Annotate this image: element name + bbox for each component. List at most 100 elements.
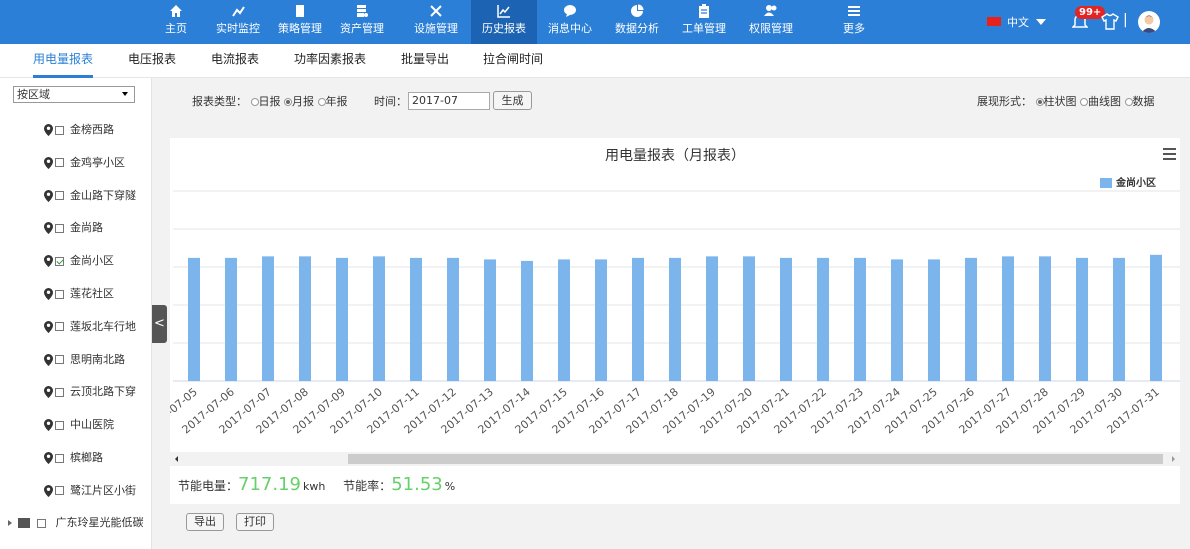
radio-bar-chart[interactable] — [1035, 98, 1044, 106]
shirt-icon[interactable] — [1101, 13, 1119, 33]
tree-parent-label: 广东玲星光能低碳 — [55, 516, 144, 529]
user-avatar[interactable] — [1138, 11, 1160, 33]
radio-daily[interactable] — [250, 98, 259, 106]
tree-item[interactable]: 槟榔路 — [44, 448, 151, 468]
tree-checkbox[interactable] — [55, 387, 64, 397]
chart-bar[interactable] — [484, 259, 496, 381]
tree-item[interactable]: 金山路下穿隧 — [44, 186, 151, 206]
tree-item[interactable]: 莲坂北车行地 — [44, 317, 151, 337]
tree-checkbox[interactable] — [55, 355, 64, 365]
chart-bar[interactable] — [965, 257, 977, 381]
nav-item-work-order[interactable]: 工单管理 — [673, 0, 735, 44]
chart-bar[interactable] — [410, 257, 422, 381]
language-selector[interactable]: 中文 — [1007, 14, 1029, 30]
generate-button[interactable]: 生成 — [493, 91, 532, 110]
time-input[interactable]: 2017-07 — [408, 92, 490, 110]
report-type-group: 报表类型： 日报 月报 年报 — [192, 93, 348, 109]
location-pin-icon — [44, 124, 53, 136]
tree-checkbox[interactable] — [55, 289, 64, 299]
chart-bar[interactable] — [706, 256, 718, 381]
chart-bar[interactable] — [891, 259, 903, 381]
chart-bar[interactable] — [188, 257, 200, 381]
sidebar-collapse-button[interactable]: < — [152, 305, 167, 343]
chart-bar[interactable] — [1039, 256, 1051, 381]
chart-bar[interactable] — [1150, 254, 1162, 381]
nav-item-strategy[interactable]: 策略管理 — [269, 0, 331, 44]
top-navigation-bar: 主页 实时监控 策略管理 资产管理 设施管理 历史报表 消息中心 数据分析 工单… — [0, 0, 1190, 44]
tree-checkbox[interactable] — [55, 256, 64, 266]
export-button[interactable]: 导出 — [186, 513, 224, 531]
tree-item[interactable]: 鹭江片区小街 — [44, 481, 151, 501]
tree-checkbox[interactable] — [55, 125, 64, 135]
subtab-power-factor-report[interactable]: 功率因素报表 — [294, 44, 366, 78]
tree-item[interactable]: 金尚小区 — [44, 251, 151, 271]
print-button[interactable]: 打印 — [236, 513, 274, 531]
chart-legend-item[interactable]: 金尚小区 — [1100, 174, 1156, 189]
tree-parent-item[interactable]: 广东玲星光能低碳 — [8, 515, 151, 531]
chart-bar[interactable] — [632, 257, 644, 381]
chart-bar[interactable] — [1076, 257, 1088, 381]
chart-bar[interactable] — [447, 257, 459, 381]
tree-checkbox[interactable] — [37, 518, 46, 528]
radio-yearly[interactable] — [317, 98, 326, 106]
tree-item[interactable]: 金尚路 — [44, 218, 151, 238]
subtab-current-report[interactable]: 电流报表 — [211, 44, 259, 78]
nav-item-realtime-monitor[interactable]: 实时监控 — [207, 0, 269, 44]
chart-scrollbar-thumb[interactable] — [348, 454, 1163, 464]
nav-item-more[interactable]: 更多 — [823, 0, 885, 44]
chart-bar[interactable] — [780, 257, 792, 381]
tree-checkbox[interactable] — [55, 223, 64, 233]
chart-bar[interactable] — [262, 256, 274, 381]
tree-checkbox[interactable] — [55, 453, 64, 463]
chart-bar[interactable] — [743, 256, 755, 381]
subtab-switch-time[interactable]: 拉合闸时间 — [483, 44, 543, 78]
tree-checkbox[interactable] — [55, 420, 64, 430]
chart-bar[interactable] — [817, 257, 829, 381]
tree-item[interactable]: 中山医院 — [44, 415, 151, 435]
tree-item[interactable]: 金榜西路 — [44, 120, 151, 140]
chart-bar[interactable] — [336, 257, 348, 381]
radio-monthly[interactable] — [284, 98, 292, 106]
legend-label: 金尚小区 — [1116, 178, 1156, 189]
expand-arrow-icon[interactable] — [8, 520, 12, 526]
tree-item[interactable]: 金鸡亭小区 — [44, 153, 151, 173]
subtab-electricity-report[interactable]: 用电量报表 — [33, 44, 94, 78]
radio-monthly-label: 月报 — [292, 95, 314, 108]
nav-item-facility[interactable]: 设施管理 — [405, 0, 467, 44]
nav-item-message-center[interactable]: 消息中心 — [539, 0, 601, 44]
chart-bar[interactable] — [373, 256, 385, 381]
chart-bar[interactable] — [299, 256, 311, 381]
location-pin-icon — [44, 353, 53, 366]
radio-data[interactable] — [1124, 98, 1133, 106]
tree-item[interactable]: 思明南北路 — [44, 350, 151, 370]
chart-bar[interactable] — [225, 257, 237, 381]
nav-item-label: 历史报表 — [482, 22, 526, 35]
caret-down-icon[interactable] — [1036, 19, 1046, 25]
tree-checkbox[interactable] — [55, 158, 64, 168]
chart-bar[interactable] — [558, 259, 570, 381]
tree-checkbox[interactable] — [55, 486, 64, 496]
chart-menu-icon[interactable] — [1163, 148, 1176, 163]
chart-bar[interactable] — [854, 257, 866, 381]
radio-line-chart[interactable] — [1080, 98, 1088, 106]
nav-item-data-analysis[interactable]: 数据分析 — [606, 0, 668, 44]
chart-bar[interactable] — [928, 259, 940, 381]
tree-checkbox[interactable] — [55, 322, 64, 332]
rate-label: 节能率： — [343, 479, 392, 493]
tree-item[interactable]: 云顶北路下穿 — [44, 382, 151, 402]
subtab-batch-export[interactable]: 批量导出 — [401, 44, 449, 78]
chart-bar[interactable] — [1002, 256, 1014, 381]
display-label: 展现形式： — [977, 95, 1032, 108]
region-select[interactable]: 按区域 — [13, 86, 135, 103]
chart-bar[interactable] — [595, 259, 607, 381]
chart-bar[interactable] — [1113, 257, 1125, 381]
chart-bar[interactable] — [669, 257, 681, 381]
nav-item-permission[interactable]: 权限管理 — [740, 0, 802, 44]
nav-item-history-report[interactable]: 历史报表 — [471, 0, 537, 44]
nav-item-home[interactable]: 主页 — [145, 0, 207, 44]
tree-checkbox[interactable] — [55, 191, 64, 201]
nav-item-asset[interactable]: 资产管理 — [331, 0, 393, 44]
chart-bar[interactable] — [521, 260, 533, 381]
subtab-voltage-report[interactable]: 电压报表 — [128, 44, 176, 78]
tree-item[interactable]: 莲花社区 — [44, 284, 151, 304]
